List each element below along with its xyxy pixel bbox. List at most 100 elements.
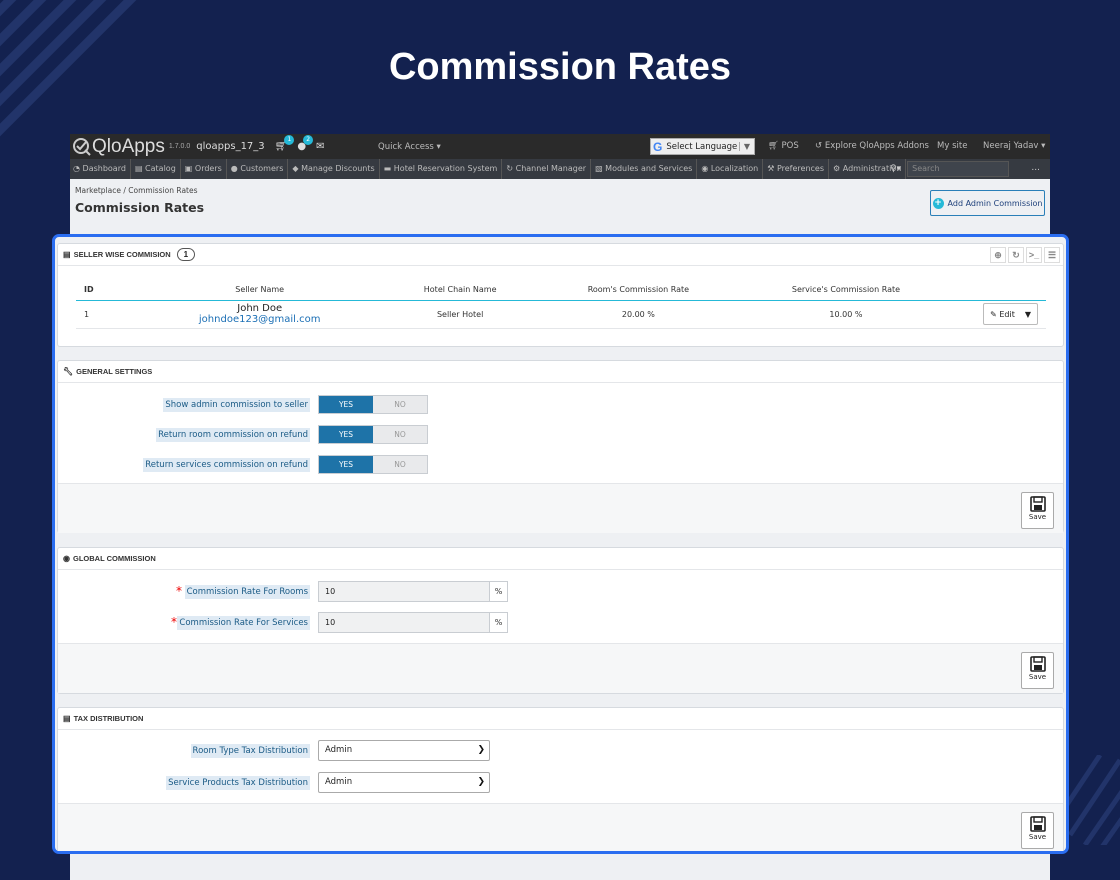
column-header[interactable]: Hotel Chain Name [352, 280, 568, 301]
save-label: Save [1028, 833, 1047, 841]
column-header[interactable]: ID [76, 280, 168, 301]
refresh-icon[interactable]: ↻ [1008, 247, 1024, 263]
service-tax-select[interactable]: Admin ❯ [318, 772, 490, 793]
brand-name: QloApps [92, 135, 165, 157]
tag-icon: ◆ [292, 164, 302, 173]
save-icon [1029, 816, 1046, 832]
panel-heading: 🔧︎ GENERAL SETTINGS [58, 361, 1063, 383]
menu-item[interactable]: ● Customers [227, 159, 289, 179]
save-label: Save [1028, 673, 1047, 681]
menu-item[interactable]: ▤ Catalog [131, 159, 181, 179]
column-header[interactable]: Room's Commission Rate [567, 280, 709, 301]
menu-item-label: Modules and Services [605, 164, 693, 173]
add-icon[interactable]: ⊕ [990, 247, 1006, 263]
field-label: Show admin commission to seller [163, 397, 310, 412]
menu-item[interactable]: ▬ Hotel Reservation System [380, 159, 503, 179]
more-icon[interactable]: ... [1031, 163, 1040, 173]
panel-title: TAX DISTRIBUTION [73, 714, 144, 723]
seller-table: ID Seller Name Hotel Chain Name Room's C… [76, 280, 1046, 329]
field-label: Return room commission on refund [156, 427, 310, 442]
user-icon[interactable]: ● 2 [297, 135, 314, 152]
globe-icon: ◉ [701, 164, 711, 173]
wrench-icon: ⚒ [767, 164, 777, 173]
caret-down-icon[interactable]: ▼ [1025, 310, 1031, 319]
addons-link[interactable]: ↺ Explore QloApps Addons [815, 141, 929, 151]
menu-item-label: Dashboard [82, 164, 126, 173]
edit-button[interactable]: ✎ Edit ▼ [983, 303, 1038, 325]
money-icon: ▤ [63, 714, 71, 723]
save-button[interactable]: Save [1021, 812, 1054, 849]
panel-heading: ▤ SELLER WISE COMMISION 1 ⊕ ↻ >_ ☰ [58, 244, 1063, 266]
add-button-label: Add Admin Commission [947, 198, 1043, 208]
menu-item[interactable]: ◔ Dashboard [70, 159, 131, 179]
save-label: Save [1028, 513, 1047, 521]
menu-item[interactable]: ◆ Manage Discounts [288, 159, 380, 179]
toggle-yes[interactable]: YES [319, 396, 373, 413]
menu-item-label: Orders [194, 164, 222, 173]
highlighted-area: ▤ SELLER WISE COMMISION 1 ⊕ ↻ >_ ☰ ID Se… [52, 234, 1069, 854]
percent-addon: % [489, 582, 507, 601]
column-header [983, 280, 1046, 301]
commission-rooms-input[interactable]: 10 % [318, 581, 508, 602]
toggle-no[interactable]: NO [373, 426, 427, 443]
breadcrumb[interactable]: Marketplace / Commission Rates [75, 186, 198, 195]
save-icon [1029, 656, 1046, 672]
globe-icon: ◉ [63, 554, 70, 563]
toggle-yes[interactable]: YES [319, 426, 373, 443]
seller-email[interactable]: johndoe123@gmail.com [167, 314, 352, 325]
column-header[interactable]: Seller Name [167, 280, 353, 301]
panel-footer: Save [58, 643, 1063, 693]
page-title: Commission Rates [75, 200, 205, 215]
toggle-yes[interactable]: YES [319, 456, 373, 473]
user-menu[interactable]: Neeraj Yadav ▾ [983, 141, 1045, 151]
pos-label: POS [781, 141, 799, 151]
form-row: Service Products Tax Distribution [58, 773, 310, 793]
show-admin-commission-toggle[interactable]: YES NO [318, 395, 428, 414]
dashboard-icon: ◔ [73, 164, 83, 173]
return-room-commission-toggle[interactable]: YES NO [318, 425, 428, 444]
google-icon: G [653, 139, 663, 154]
users-icon: ● [230, 164, 241, 173]
return-services-commission-toggle[interactable]: YES NO [318, 455, 428, 474]
menu-item-label: Preferences [776, 164, 825, 173]
room-tax-select[interactable]: Admin ❯ [318, 740, 490, 761]
quick-access-menu[interactable]: Quick Access ▾ [378, 142, 441, 152]
menu-item-label: Hotel Reservation System [393, 164, 498, 173]
shop-name[interactable]: qloapps_17_3 [196, 141, 264, 152]
save-button[interactable]: Save [1021, 652, 1054, 689]
toggle-no[interactable]: NO [373, 396, 427, 413]
table-row[interactable]: 1 John Doe johndoe123@gmail.com Seller H… [76, 300, 1046, 329]
search-icon[interactable]: ⚲▾ [890, 164, 901, 174]
cart-icon[interactable]: 🛒︎ 1 [275, 135, 295, 152]
select-value: Admin [325, 777, 353, 787]
user-name: Neeraj Yadav [983, 141, 1039, 151]
input-value[interactable]: 10 [319, 582, 489, 601]
menu-item-label: Catalog [145, 164, 176, 173]
toggle-no[interactable]: NO [373, 456, 427, 473]
commission-services-input[interactable]: 10 % [318, 612, 508, 633]
database-icon[interactable]: ☰ [1044, 247, 1060, 263]
terminal-icon[interactable]: >_ [1026, 247, 1042, 263]
save-button[interactable]: Save [1021, 492, 1054, 529]
add-admin-commission-button[interactable]: + Add Admin Commission [930, 190, 1045, 216]
form-row: * Commission Rate For Rooms [58, 582, 310, 602]
panel-title: GENERAL SETTINGS [76, 367, 153, 376]
column-header[interactable]: Service's Commission Rate [708, 280, 984, 301]
my-site-link[interactable]: My site [937, 141, 967, 151]
language-select[interactable]: G Select Language ▼ [650, 138, 755, 155]
brand-logo[interactable]: QloApps 1.7.0.0 [72, 136, 196, 158]
form-row: Return room commission on refund [58, 425, 310, 444]
cell-room-rate: 20.00 % [567, 300, 709, 329]
menu-item[interactable]: ⚒ Preferences [763, 159, 830, 179]
menu-item[interactable]: ↻ Channel Manager [502, 159, 592, 179]
pos-link[interactable]: 🛒︎ POS [768, 141, 799, 151]
menu-item[interactable]: ▧ Modules and Services [591, 159, 698, 179]
menu-item[interactable]: ▣ Orders [181, 159, 227, 179]
search-input[interactable]: Search [907, 161, 1010, 177]
input-value[interactable]: 10 [319, 613, 489, 632]
chevron-down-icon: ❯ [477, 745, 485, 755]
menu-item-label: Localization [710, 164, 759, 173]
menu-item[interactable]: ◉ Localization [697, 159, 764, 179]
field-label: Service Products Tax Distribution [166, 776, 310, 790]
mail-icon[interactable]: ✉ [316, 141, 324, 152]
